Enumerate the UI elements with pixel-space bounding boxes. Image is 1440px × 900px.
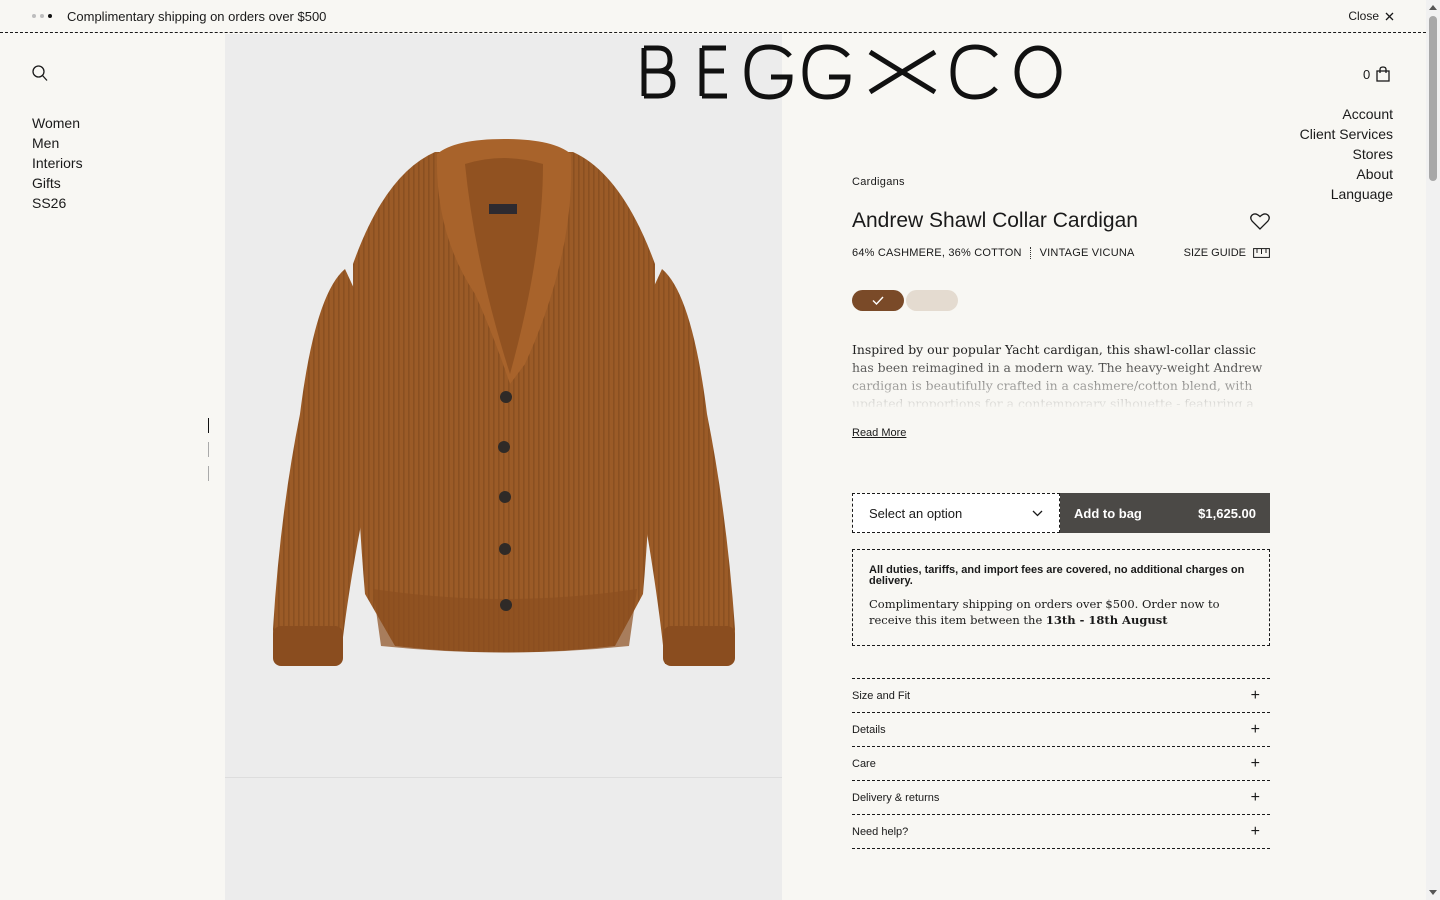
accordion-label: Delivery & returns [852,791,940,804]
color-swatches [852,290,958,311]
announcement-text: Complimentary shipping on orders over $5… [67,9,327,24]
wishlist-heart-icon[interactable] [1250,213,1270,230]
product-title: Andrew Shawl Collar Cardigan [852,209,1138,232]
size-guide-label: SIZE GUIDE [1183,247,1246,259]
delivery-estimate: Complimentary shipping on orders over $5… [869,596,1253,628]
announcement-dot[interactable] [40,14,44,18]
gallery-tick[interactable] [208,442,209,457]
product-color-name: VINTAGE VICUNA [1039,247,1135,259]
announcement-close-button[interactable]: Close [1348,9,1394,23]
product-price: $1,625.00 [1198,505,1256,521]
spec-divider [1029,247,1032,259]
accordion-delivery-returns[interactable]: Delivery & returns + [852,781,1270,815]
nav-item-stores[interactable]: Stores [1300,144,1393,164]
gallery-indicator [208,418,209,490]
size-select[interactable]: Select an option [852,493,1060,533]
swatch-alternate[interactable] [906,290,958,311]
nav-item-interiors[interactable]: Interiors [32,153,83,173]
add-to-bag-button[interactable]: Add to bag $1,625.00 [1060,493,1270,533]
swatch-vintage-vicuna[interactable] [852,290,904,311]
scroll-down-arrow[interactable] [1429,890,1437,895]
search-icon[interactable] [32,65,48,82]
plus-icon: + [1250,754,1260,772]
product-accordion: Size and Fit + Details + Care + Delivery… [852,678,1270,849]
delivery-date-range: 13th - 18th August [1045,613,1168,627]
accordion-label: Size and Fit [852,689,911,702]
accordion-details[interactable]: Details + [852,713,1270,747]
shopping-bag-button[interactable]: 0 [1363,66,1390,82]
plus-icon: + [1250,686,1260,704]
accordion-care[interactable]: Care + [852,747,1270,781]
main-navigation: Women Men Interiors Gifts SS26 [32,113,83,213]
nav-item-men[interactable]: Men [32,133,83,153]
gallery-tick[interactable] [208,466,209,481]
product-spec: 64% CASHMERE, 36% COTTON VINTAGE VICUNA [852,247,1135,259]
brand-logo[interactable] [640,44,1065,100]
plus-icon: + [1250,720,1260,738]
duties-notice: All duties, tariffs, and import fees are… [869,564,1245,587]
accordion-label: Care [852,757,876,770]
close-icon [1385,12,1394,20]
nav-item-about[interactable]: About [1300,164,1393,184]
product-image-secondary[interactable] [225,778,782,900]
nav-item-account[interactable]: Account [1300,104,1393,124]
plus-icon: + [1250,788,1260,806]
announcement-dot[interactable] [32,14,36,18]
accordion-label: Need help? [852,825,909,838]
scroll-up-arrow[interactable] [1429,5,1437,10]
shipping-notice: All duties, tariffs, and import fees are… [852,549,1270,646]
product-image[interactable] [225,34,782,778]
shopping-bag-icon [1376,66,1390,82]
nav-item-language[interactable]: Language [1300,184,1393,204]
nav-item-gifts[interactable]: Gifts [32,173,83,193]
scroll-thumb[interactable] [1429,16,1437,181]
cardigan-image [273,139,735,666]
size-select-value: Select an option [869,505,963,521]
check-icon [872,296,884,305]
nav-item-client-services[interactable]: Client Services [1300,124,1393,144]
chevron-down-icon [1032,510,1043,516]
product-description: Inspired by our popular Yacht cardigan, … [852,342,1263,407]
account-navigation: Account Client Services Stores About Lan… [1300,104,1393,204]
accordion-size-and-fit[interactable]: Size and Fit + [852,679,1270,713]
announcement-dots[interactable] [32,14,52,18]
plus-icon: + [1250,822,1260,840]
bag-count: 0 [1363,66,1371,82]
page-scrollbar[interactable] [1426,0,1440,900]
gallery-tick-active[interactable] [208,418,209,433]
accordion-need-help[interactable]: Need help? + [852,815,1270,849]
announcement-bar: Complimentary shipping on orders over $5… [0,0,1426,33]
ruler-icon [1253,248,1270,258]
purchase-row: Select an option Add to bag $1,625.00 [852,493,1270,533]
size-guide-link[interactable]: SIZE GUIDE [1184,247,1270,259]
nav-item-ss26[interactable]: SS26 [32,193,83,213]
close-label: Close [1348,9,1379,23]
add-to-bag-label: Add to bag [1074,505,1142,521]
product-composition: 64% CASHMERE, 36% COTTON [852,247,1022,259]
accordion-label: Details [852,723,886,736]
read-more-link[interactable]: Read More [852,427,906,439]
nav-item-women[interactable]: Women [32,113,83,133]
announcement-dot-active[interactable] [48,14,52,18]
product-category[interactable]: Cardigans [852,176,905,188]
